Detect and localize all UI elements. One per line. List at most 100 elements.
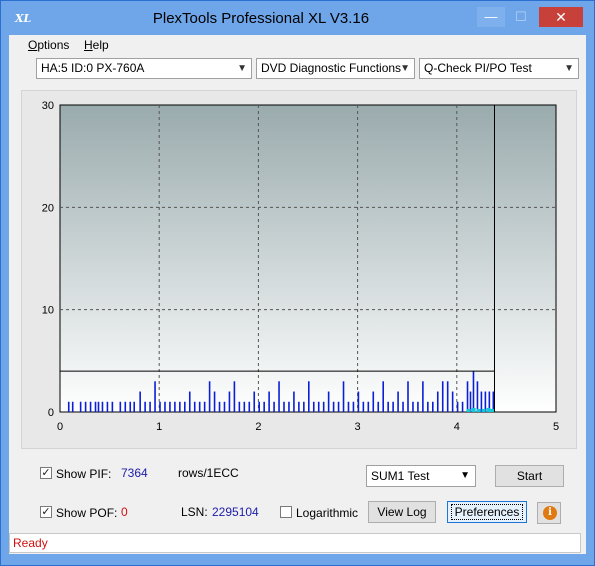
- pi-bar: [422, 381, 424, 412]
- pi-bar: [213, 391, 216, 412]
- pi-bar: [446, 381, 449, 412]
- pi-bar: [169, 401, 171, 412]
- pi-bar: [342, 381, 345, 412]
- y-tick-label: 20: [42, 202, 54, 214]
- x-tick-label: 2: [255, 421, 261, 433]
- plot-area: [59, 104, 557, 413]
- pi-bar: [367, 401, 370, 412]
- show-pif-label: Show PIF:: [56, 467, 112, 481]
- pof-value: 0: [121, 505, 128, 519]
- pi-bar: [223, 401, 226, 412]
- po-bar: [466, 408, 471, 412]
- preferences-button[interactable]: Preferences: [447, 501, 527, 523]
- pi-bar: [89, 401, 92, 412]
- pi-bar: [432, 401, 434, 412]
- pi-bar: [203, 401, 206, 412]
- maximize-button[interactable]: ☐: [507, 7, 535, 27]
- pi-bar: [456, 401, 459, 412]
- pi-bar: [218, 401, 221, 412]
- menu-help-mnemonic: H: [84, 38, 93, 52]
- function-select[interactable]: DVD Diagnostic Functions ▼: [256, 58, 415, 79]
- x-tick-label: 4: [454, 421, 460, 433]
- client-area: Options Help HA:5 ID:0 PX-760A ▼ DVD Dia…: [9, 35, 586, 554]
- preferences-label: Preferences: [450, 504, 524, 520]
- pi-po-chart: 0 1 2 3 4 5 0 10 20 30: [42, 100, 559, 433]
- pi-bar: [164, 401, 166, 412]
- status-bar: Ready: [9, 533, 581, 553]
- menu-options[interactable]: Options: [28, 38, 69, 52]
- pi-bar: [258, 401, 260, 412]
- menu-options-label: ptions: [37, 38, 70, 52]
- show-pif-checkbox[interactable]: ✓: [40, 467, 52, 479]
- pi-bar: [179, 401, 181, 412]
- po-bar: [486, 407, 491, 412]
- y-tick-label: 10: [42, 305, 54, 317]
- x-tick-label: 1: [156, 421, 162, 433]
- pi-bar: [273, 401, 275, 412]
- start-button-label: Start: [516, 469, 543, 483]
- app-window: XL PlexTools Professional XL V3.16 — ☐ ✕…: [0, 0, 595, 566]
- po-bar: [481, 408, 486, 412]
- pi-bar: [387, 401, 389, 412]
- pi-bar: [397, 391, 399, 412]
- chevron-down-icon: ▼: [237, 63, 247, 74]
- pi-bar: [94, 401, 97, 412]
- title-bar[interactable]: XL PlexTools Professional XL V3.16 — ☐ ✕: [1, 1, 594, 35]
- y-tick-label: 30: [42, 100, 54, 112]
- x-tick-label: 0: [57, 421, 63, 433]
- test-select-value: Q-Check PI/PO Test: [424, 61, 532, 75]
- pi-bar: [327, 391, 330, 412]
- close-button[interactable]: ✕: [539, 7, 583, 27]
- show-pof-label: Show POF:: [56, 506, 118, 520]
- y-tick-label: 0: [48, 407, 54, 419]
- sum-test-select[interactable]: SUM1 Test ▼: [366, 465, 476, 487]
- show-pof-checkbox[interactable]: ✓: [40, 506, 52, 518]
- pi-bar: [312, 401, 315, 412]
- menu-help-label: elp: [92, 38, 109, 52]
- start-button[interactable]: Start: [495, 465, 564, 487]
- pi-bar: [472, 371, 475, 412]
- pi-bar: [154, 381, 156, 412]
- lsn-value: 2295104: [212, 505, 259, 519]
- logarithmic-checkbox[interactable]: [280, 506, 292, 518]
- pi-bar: [144, 401, 146, 412]
- pi-bar: [263, 401, 265, 412]
- pi-bar: [322, 401, 325, 412]
- window-title: PlexTools Professional XL V3.16: [152, 10, 370, 27]
- test-select[interactable]: Q-Check PI/PO Test ▼: [419, 58, 579, 79]
- minimize-button[interactable]: —: [477, 7, 505, 27]
- pi-bar: [243, 401, 246, 412]
- pi-bar: [357, 391, 360, 412]
- info-icon: i: [543, 506, 557, 520]
- info-button[interactable]: i: [537, 502, 561, 524]
- pi-bar: [67, 401, 70, 412]
- view-log-button[interactable]: View Log: [368, 501, 436, 523]
- pi-bar: [288, 401, 290, 412]
- chevron-down-icon: ▼: [400, 63, 410, 74]
- x-tick-label: 5: [553, 421, 559, 433]
- pi-bar: [362, 401, 365, 412]
- sum-test-value: SUM1 Test: [371, 469, 430, 483]
- pi-bar: [139, 391, 141, 412]
- pi-bar: [352, 401, 355, 412]
- pi-bar: [308, 381, 310, 412]
- pi-bar: [133, 401, 136, 412]
- drive-select[interactable]: HA:5 ID:0 PX-760A ▼: [36, 58, 252, 79]
- pi-bar: [293, 391, 295, 412]
- pi-bar: [337, 401, 340, 412]
- pi-bar: [71, 401, 74, 412]
- pi-bar: [208, 381, 211, 412]
- menu-help[interactable]: Help: [84, 38, 109, 52]
- pi-bar: [101, 401, 104, 412]
- pi-bar: [106, 401, 109, 412]
- pi-bar: [97, 401, 100, 412]
- pi-bar: [303, 401, 305, 412]
- pi-bar: [461, 401, 464, 412]
- pi-bar: [347, 401, 350, 412]
- pif-value: 7364: [121, 466, 148, 480]
- menu-options-mnemonic: O: [28, 38, 38, 52]
- lsn-label: LSN:: [181, 505, 208, 519]
- pi-bar: [283, 401, 285, 412]
- pi-bar: [298, 401, 300, 412]
- rows-label: rows/1ECC: [178, 466, 239, 480]
